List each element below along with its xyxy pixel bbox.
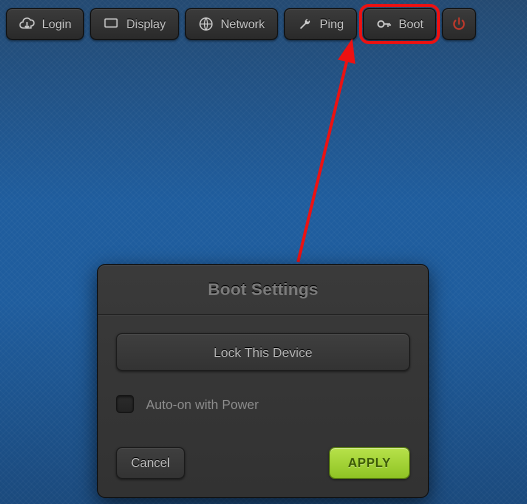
toolbar: Login Display Network Ping Boot (6, 4, 521, 44)
network-label: Network (221, 17, 265, 31)
login-button[interactable]: Login (6, 8, 84, 40)
auto-on-label: Auto-on with Power (146, 397, 259, 412)
boot-label: Boot (399, 17, 424, 31)
display-icon (103, 16, 119, 32)
display-button[interactable]: Display (90, 8, 178, 40)
modal-footer: Cancel APPLY (98, 447, 428, 497)
cancel-label: Cancel (131, 456, 170, 470)
cloud-icon (19, 16, 35, 32)
key-icon (376, 16, 392, 32)
apply-label: APPLY (348, 456, 391, 470)
login-label: Login (42, 17, 71, 31)
modal-body: Lock This Device Auto-on with Power (98, 315, 428, 447)
lock-device-label: Lock This Device (214, 345, 313, 360)
display-label: Display (126, 17, 165, 31)
network-button[interactable]: Network (185, 8, 278, 40)
ping-label: Ping (320, 17, 344, 31)
apply-button[interactable]: APPLY (329, 447, 410, 479)
modal-title: Boot Settings (208, 280, 319, 300)
modal-header: Boot Settings (98, 265, 428, 315)
wrench-icon (297, 16, 313, 32)
cancel-button[interactable]: Cancel (116, 447, 185, 479)
power-icon (451, 16, 467, 32)
ping-button[interactable]: Ping (284, 8, 357, 40)
auto-on-checkbox[interactable] (116, 395, 134, 413)
boot-settings-modal: Boot Settings Lock This Device Auto-on w… (97, 264, 429, 498)
lock-device-button[interactable]: Lock This Device (116, 333, 410, 371)
globe-icon (198, 16, 214, 32)
auto-on-row: Auto-on with Power (116, 395, 410, 413)
power-button[interactable] (442, 8, 476, 40)
boot-button[interactable]: Boot (363, 8, 437, 40)
